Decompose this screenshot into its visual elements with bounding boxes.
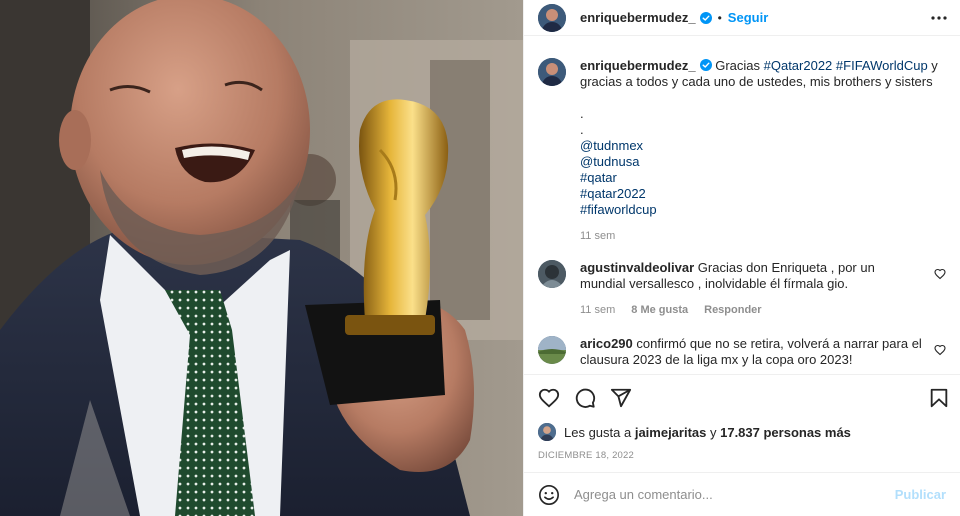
heart-icon[interactable]	[538, 387, 560, 409]
caption-dots: . .	[580, 106, 946, 138]
follow-button[interactable]: Seguir	[728, 10, 768, 25]
comment-icon[interactable]	[574, 387, 596, 409]
caption-dot: .	[580, 122, 584, 137]
post-side-panel: enriquebermudez_ • Seguir enriquebermude…	[523, 0, 960, 516]
post-header: enriquebermudez_ • Seguir	[524, 0, 960, 36]
hashtag-link[interactable]: #qatar2022	[580, 186, 946, 202]
comment-meta: 11 sem 8 Me gusta Responder	[580, 304, 922, 316]
post-image[interactable]	[0, 0, 523, 516]
comment-like-heart-icon[interactable]	[934, 344, 946, 356]
bookmark-icon[interactable]	[928, 387, 950, 409]
post-date[interactable]: DICIEMBRE 18, 2022	[524, 444, 960, 472]
hashtag-link[interactable]: #qatar	[580, 170, 946, 186]
verified-badge-icon	[699, 59, 712, 71]
hashtag-link[interactable]: #Qatar2022	[764, 58, 833, 73]
commenter-avatar[interactable]	[538, 260, 566, 288]
post-dialog: enriquebermudez_ • Seguir enriquebermude…	[0, 0, 960, 516]
caption-username[interactable]: enriquebermudez_	[580, 58, 696, 73]
comment-text: agustinvaldeolivar Gracias don Enriqueta…	[580, 260, 922, 292]
verified-badge-icon	[699, 11, 712, 24]
author-avatar[interactable]	[538, 3, 566, 32]
likes-text: Les gusta a jaimejaritas y 17.837 person…	[564, 425, 851, 440]
likes-summary: Les gusta a jaimejaritas y 17.837 person…	[524, 420, 960, 444]
comment-composer: Publicar	[524, 472, 960, 516]
photo-man-holding-world-cup-trophy	[0, 0, 523, 516]
comment-like-heart-icon[interactable]	[934, 268, 946, 280]
action-bar	[524, 374, 960, 420]
liker-username[interactable]: jaimejaritas	[635, 425, 707, 440]
caption-text: enriquebermudez_ Gracias #Qatar2022 #FIF…	[580, 58, 946, 90]
separator-dot: •	[717, 10, 722, 25]
share-icon[interactable]	[610, 387, 632, 409]
caption-author-avatar[interactable]	[538, 58, 566, 86]
caption-timestamp[interactable]: 11 sem	[580, 230, 615, 242]
commenter-avatar[interactable]	[538, 336, 566, 364]
caption-mentions: @tudnmex @tudnusa #qatar #qatar2022 #fif…	[580, 138, 946, 218]
comments-list[interactable]: enriquebermudez_ Gracias #Qatar2022 #FIF…	[524, 36, 960, 374]
caption-dot: .	[580, 106, 584, 121]
mention-link[interactable]: @tudnmex	[580, 138, 946, 154]
emoji-icon[interactable]	[538, 484, 560, 506]
comment-timestamp[interactable]: 11 sem	[580, 304, 615, 316]
more-horizontal-icon[interactable]	[930, 9, 948, 27]
mention-link[interactable]: @tudnusa	[580, 154, 946, 170]
caption-meta: 11 sem	[580, 230, 946, 242]
caption: enriquebermudez_ Gracias #Qatar2022 #FIF…	[538, 58, 946, 242]
comment-input[interactable]	[574, 487, 895, 502]
likes-prefix: Les gusta a	[564, 424, 635, 440]
commenter-username[interactable]: agustinvaldeolivar	[580, 260, 694, 275]
likes-count-link[interactable]: 17.837 personas más	[720, 425, 851, 440]
reply-button[interactable]: Responder	[704, 304, 761, 316]
liker-avatar[interactable]	[538, 423, 556, 441]
likes-connector: y	[706, 424, 721, 440]
author-username[interactable]: enriquebermudez_	[580, 10, 696, 25]
comment-likes-count[interactable]: 8 Me gusta	[631, 304, 688, 316]
comment-item: agustinvaldeolivar Gracias don Enriqueta…	[538, 260, 946, 316]
caption-text-start: Gracias	[715, 58, 764, 73]
comment-text: arico290 confirmó que no se retira, volv…	[580, 336, 922, 368]
post-comment-button[interactable]: Publicar	[895, 487, 946, 502]
hashtag-link[interactable]: #fifaworldcup	[580, 202, 946, 218]
commenter-username[interactable]: arico290	[580, 336, 633, 351]
comment-item: arico290 confirmó que no se retira, volv…	[538, 336, 946, 368]
hashtag-link[interactable]: #FIFAWorldCup	[836, 58, 928, 73]
